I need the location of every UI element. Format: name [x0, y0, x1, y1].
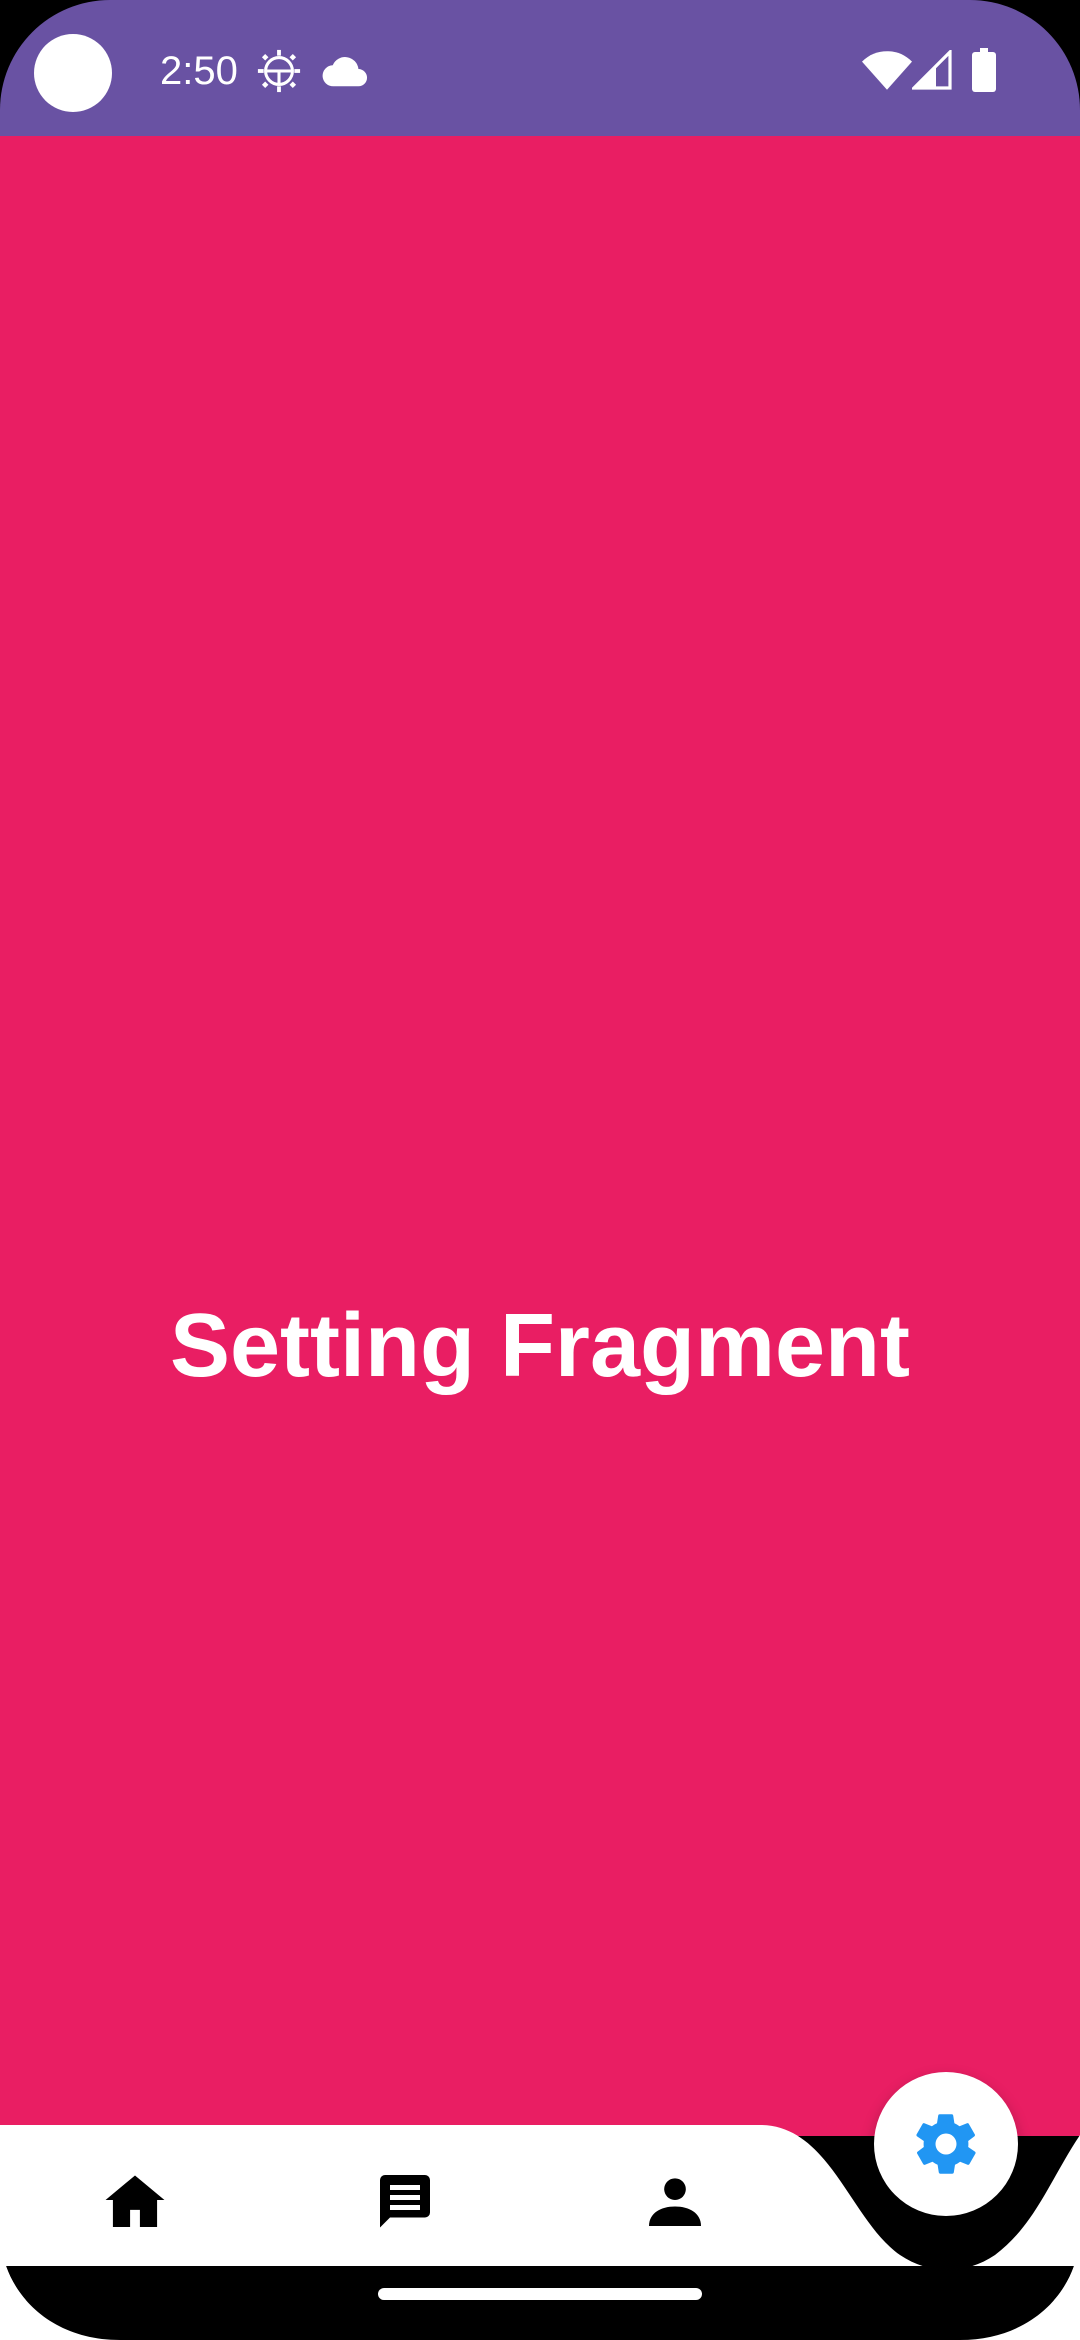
home-icon [105, 2175, 165, 2227]
status-bar: 2:50 [0, 0, 1080, 136]
home-gesture-handle[interactable] [378, 2288, 702, 2300]
camera-cutout [34, 34, 112, 112]
fragment-container: Setting Fragment [0, 136, 1080, 2136]
settings-gear-icon [916, 2114, 976, 2174]
nav-item-home[interactable] [90, 2160, 180, 2240]
wifi-icon [862, 51, 912, 90]
status-time: 2:50 [160, 49, 238, 93]
settings-gear-icon [257, 49, 301, 93]
nav-item-chat[interactable] [360, 2160, 450, 2240]
settings-fab-button[interactable] [874, 2072, 1018, 2216]
phone-screen: 2:50 Setting Fragment [0, 0, 1080, 2340]
nav-item-profile[interactable] [630, 2160, 720, 2240]
fragment-title: Setting Fragment [169, 1296, 911, 1396]
battery-icon [972, 48, 996, 92]
system-nav-bar [0, 2266, 1080, 2340]
chat-icon [380, 2175, 430, 2228]
cellular-signal-icon [912, 50, 952, 90]
person-icon [649, 2178, 701, 2226]
cloud-icon [322, 57, 368, 87]
